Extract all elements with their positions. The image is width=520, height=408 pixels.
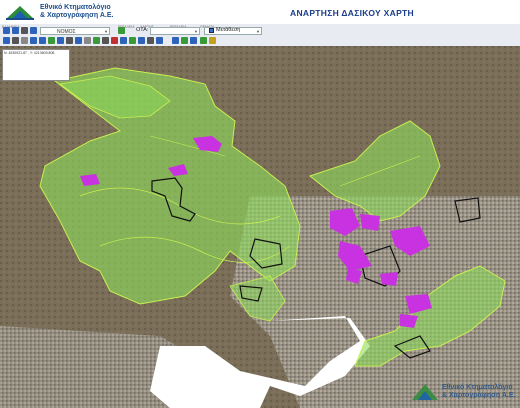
prev-extent-icon[interactable] (30, 37, 37, 44)
watermark-line2: & Χαρτογράφηση Α.Ε. (442, 392, 516, 399)
tool-icon[interactable] (138, 37, 145, 44)
page-title: ΑΝΑΡΤΗΣΗ ΔΑΣΙΚΟΥ ΧΑΡΤΗ (290, 8, 414, 18)
chevron-down-icon: ▼ (256, 29, 260, 34)
objection-area (380, 272, 398, 286)
meteorasi-checkbox[interactable] (209, 28, 214, 33)
pan-icon[interactable] (21, 27, 28, 34)
ota-label: ΟΤΑ: (136, 27, 149, 33)
tool-icon[interactable] (129, 37, 136, 44)
forest-map[interactable] (0, 46, 520, 408)
region-select[interactable]: ΝΟΜΟΣ ▼ (40, 27, 110, 35)
delete-icon[interactable] (111, 37, 118, 44)
chevron-down-icon: ▼ (194, 29, 198, 34)
tool-icon[interactable] (172, 37, 179, 44)
search-icon[interactable] (3, 37, 10, 44)
watermark-logo-icon (412, 384, 438, 400)
select-icon[interactable] (21, 37, 28, 44)
print-icon[interactable] (57, 37, 64, 44)
ktimatologio-logo-icon (6, 6, 34, 20)
measure-icon[interactable] (48, 37, 55, 44)
app-header: Εθνικό Κτηματολόγιο & Χαρτογράφηση Α.Ε. … (0, 0, 520, 24)
full-extent-icon[interactable] (30, 27, 37, 34)
watermark-text: Εθνικό Κτηματολόγιο & Χαρτογράφηση Α.Ε. (442, 384, 516, 400)
line-icon[interactable] (102, 37, 109, 44)
region-select-value: ΝΟΜΟΣ (57, 29, 76, 35)
map-toolbar: ΕΛΛΗΝΙΚΑ ΕΡΓΑΛΕΙΑ ΧΑΡΤΗΣ ΕΡΓΑΛΕΙΑ ΘΕΜΑΤΑ… (0, 24, 520, 47)
tool-icon[interactable] (147, 37, 154, 44)
info-icon[interactable] (12, 37, 19, 44)
coordinate-readout: Ν: 4530921.87 , Υ: 4213609.808 (2, 49, 70, 81)
export-icon[interactable] (66, 37, 73, 44)
tool-icon[interactable] (200, 37, 207, 44)
org-name-line2: & Χαρτογράφηση Α.Ε. (40, 12, 114, 19)
ota-select[interactable]: ▼ (150, 27, 200, 35)
zoom-in-icon[interactable] (3, 27, 10, 34)
tool-icon[interactable] (209, 37, 216, 44)
polygon-icon[interactable] (93, 37, 100, 44)
tool-icon[interactable] (156, 37, 163, 44)
chevron-down-icon: ▼ (104, 29, 108, 34)
org-name: Εθνικό Κτηματολόγιο & Χαρτογράφηση Α.Ε. (40, 4, 114, 20)
layers-icon[interactable] (118, 27, 125, 34)
meteorasi-label: Μετάθεση (216, 27, 241, 33)
tool-icon[interactable] (190, 37, 197, 44)
coordinates-text: Ν: 4530921.87 , Υ: 4213609.808 (4, 51, 55, 55)
edit-icon[interactable] (84, 37, 91, 44)
org-name-line1: Εθνικό Κτηματολόγιο (40, 4, 111, 11)
tool-icon[interactable] (181, 37, 188, 44)
watermark-line1: Εθνικό Κτηματολόγιο (442, 384, 513, 391)
draw-icon[interactable] (75, 37, 82, 44)
tool-icon[interactable] (120, 37, 127, 44)
next-extent-icon[interactable] (39, 37, 46, 44)
zoom-out-icon[interactable] (12, 27, 19, 34)
